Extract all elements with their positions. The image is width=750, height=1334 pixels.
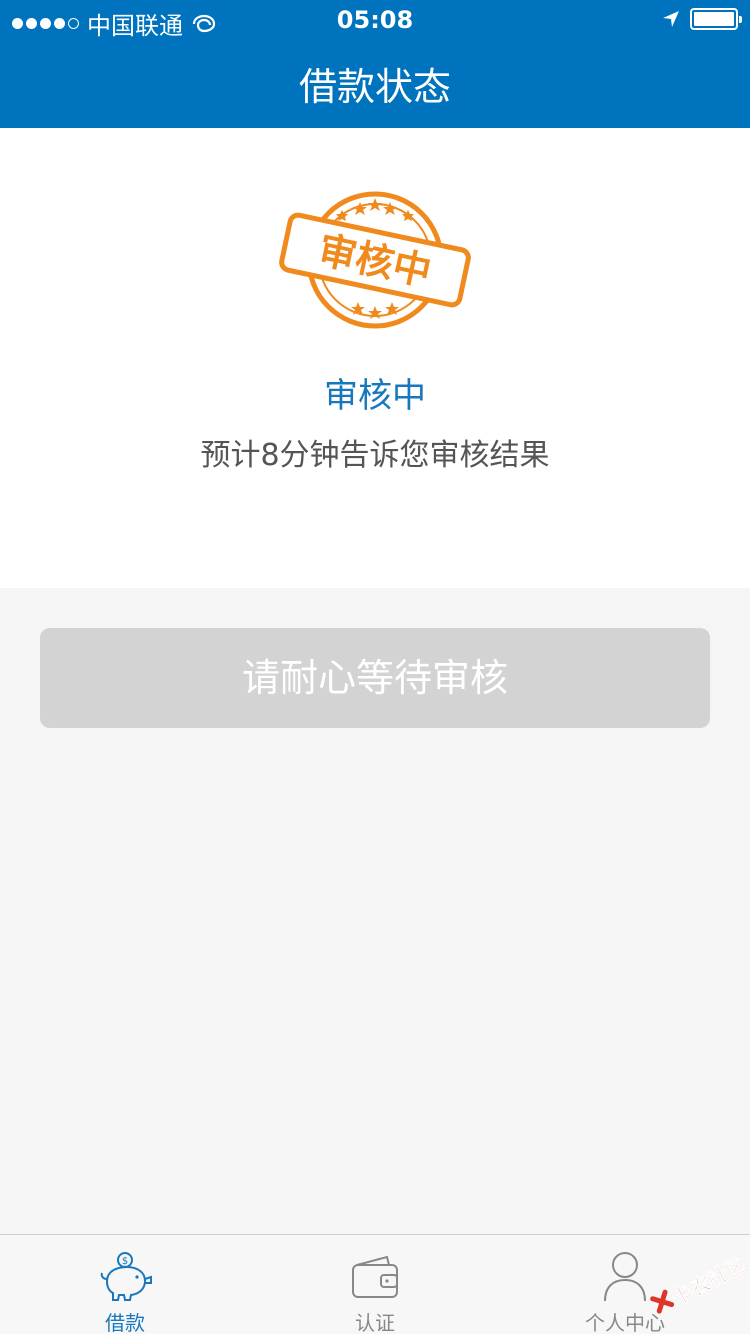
tab-label-loan: 借款 [105, 1311, 145, 1334]
location-arrow-icon [663, 11, 679, 27]
app-header: 中国联通 05:08 借款状态 [0, 0, 750, 128]
piggy-bank-icon: $ [100, 1252, 152, 1301]
page-title: 借款状态 [298, 65, 451, 109]
tab-loan[interactable]: $ 借款 [0, 1235, 250, 1334]
status-bar: 中国联通 05:08 [0, 0, 750, 40]
tab-bar: $ 借款 认证 个人中心 [0, 1234, 750, 1334]
review-stamp-icon: 审核中 [270, 180, 480, 340]
status-time: 05:08 [336, 6, 414, 34]
battery-icon [690, 8, 742, 30]
status-right [662, 8, 742, 30]
wallet-icon [352, 1255, 398, 1298]
tab-verify[interactable]: 认证 [250, 1235, 500, 1334]
wait-review-button[interactable]: 请耐心等待审核 [40, 628, 710, 728]
status-title: 审核中 [324, 376, 426, 416]
tab-label-verify: 认证 [355, 1311, 395, 1334]
status-card: 审核中 审核中 预计8分钟告诉您审核结果 [0, 128, 750, 588]
svg-text:$: $ [122, 1256, 128, 1267]
status-description: 预计8分钟告诉您审核结果 [200, 438, 550, 473]
